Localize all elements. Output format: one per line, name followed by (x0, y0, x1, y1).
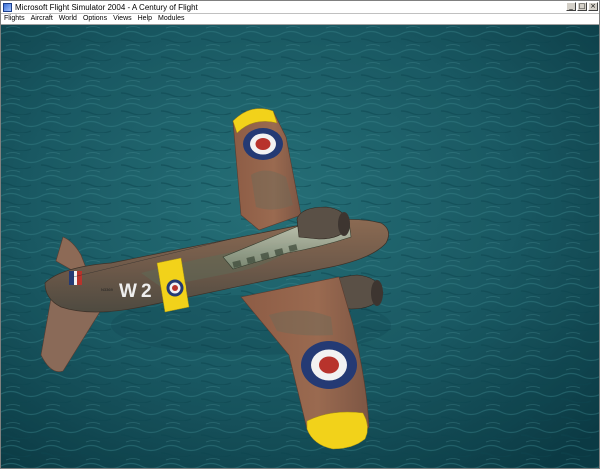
fuselage-code-number: 2 (141, 281, 152, 302)
upper-wing-roundel (243, 128, 283, 160)
title-bar[interactable]: Microsoft Flight Simulator 2004 - A Cent… (1, 1, 599, 14)
fuselage-roundel (164, 277, 186, 299)
app-icon[interactable] (3, 2, 12, 12)
fuselage-code-letter: W (119, 281, 137, 302)
minimize-button[interactable]: _ (566, 2, 576, 11)
window-title: Microsoft Flight Simulator 2004 - A Cent… (15, 2, 198, 12)
sim-viewport[interactable]: W 2 N3369 (1, 25, 599, 468)
menu-bar: Flights Aircraft World Options Views Hel… (1, 14, 599, 25)
menu-help[interactable]: Help (135, 14, 155, 24)
menu-world[interactable]: World (56, 14, 80, 24)
menu-options[interactable]: Options (80, 14, 110, 24)
close-button[interactable]: × (588, 2, 598, 11)
menu-views[interactable]: Views (110, 14, 135, 24)
maximize-button[interactable]: □ (577, 2, 587, 11)
lower-wing-roundel (301, 341, 357, 389)
menu-modules[interactable]: Modules (155, 14, 187, 24)
caption-buttons: _ □ × (566, 2, 598, 11)
scene-canvas: W 2 N3369 (1, 25, 599, 468)
app-window: Microsoft Flight Simulator 2004 - A Cent… (0, 0, 600, 469)
menu-aircraft[interactable]: Aircraft (28, 14, 56, 24)
fin-flash (69, 271, 82, 285)
fuselage-serial: N3369 (101, 287, 114, 292)
menu-flights[interactable]: Flights (1, 14, 28, 24)
